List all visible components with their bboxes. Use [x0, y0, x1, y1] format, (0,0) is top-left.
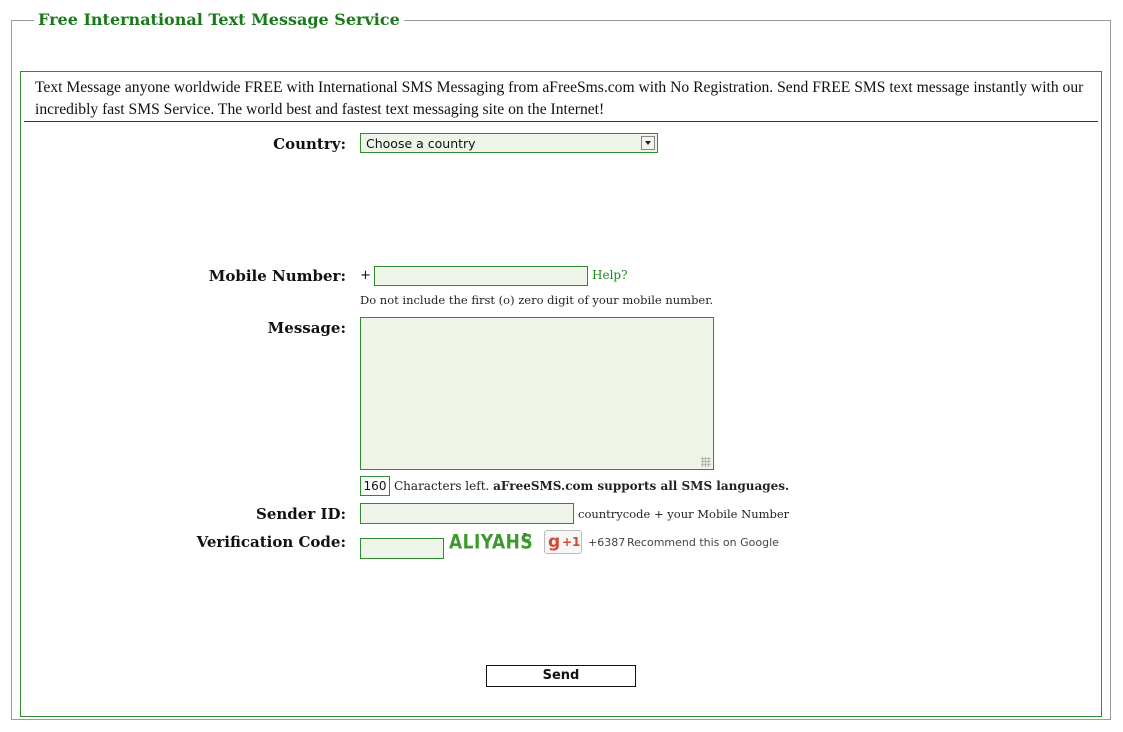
- chevron-down-icon[interactable]: [641, 136, 655, 150]
- mobile-number-input[interactable]: [374, 266, 588, 286]
- plus-one-label: +1: [562, 535, 581, 549]
- country-select[interactable]: Choose a country: [360, 133, 658, 153]
- message-label: Message:: [267, 319, 346, 337]
- sender-id-input[interactable]: [360, 503, 574, 524]
- verification-label: Verification Code:: [196, 533, 346, 551]
- captcha-image: ALIYAHS: [449, 531, 534, 554]
- help-link[interactable]: Help?: [592, 268, 628, 282]
- google-plus-one-button[interactable]: g +1: [544, 530, 582, 554]
- divider: [24, 121, 1098, 122]
- mobile-prefix: +: [360, 268, 371, 283]
- refresh-captcha-icon[interactable]: ↻: [522, 530, 534, 544]
- country-select-value: Choose a country: [366, 136, 476, 151]
- google-g-icon: g: [548, 532, 561, 552]
- sender-id-label: Sender ID:: [256, 505, 346, 523]
- chars-left-counter: 160: [360, 476, 390, 496]
- message-textarea[interactable]: [360, 317, 714, 470]
- chars-left-label: Characters left.: [394, 479, 490, 493]
- languages-note: aFreeSMS.com supports all SMS languages.: [493, 479, 790, 493]
- mobile-hint: Do not include the first (o) zero digit …: [360, 293, 714, 307]
- resize-grip-icon[interactable]: [701, 457, 711, 467]
- sender-hint: countrycode + your Mobile Number: [578, 507, 790, 521]
- fieldset-legend: Free International Text Message Service: [34, 10, 404, 29]
- chars-left-text: Characters left. aFreeSMS.com supports a…: [394, 479, 789, 493]
- intro-text: Text Message anyone worldwide FREE with …: [35, 79, 1084, 118]
- send-button[interactable]: Send: [486, 665, 636, 687]
- verification-input[interactable]: [360, 538, 444, 559]
- country-label: Country:: [273, 135, 346, 153]
- recommend-google-text: Recommend this on Google: [627, 536, 779, 549]
- plus-one-count: +6387: [588, 536, 626, 549]
- mobile-number-label: Mobile Number:: [208, 267, 346, 285]
